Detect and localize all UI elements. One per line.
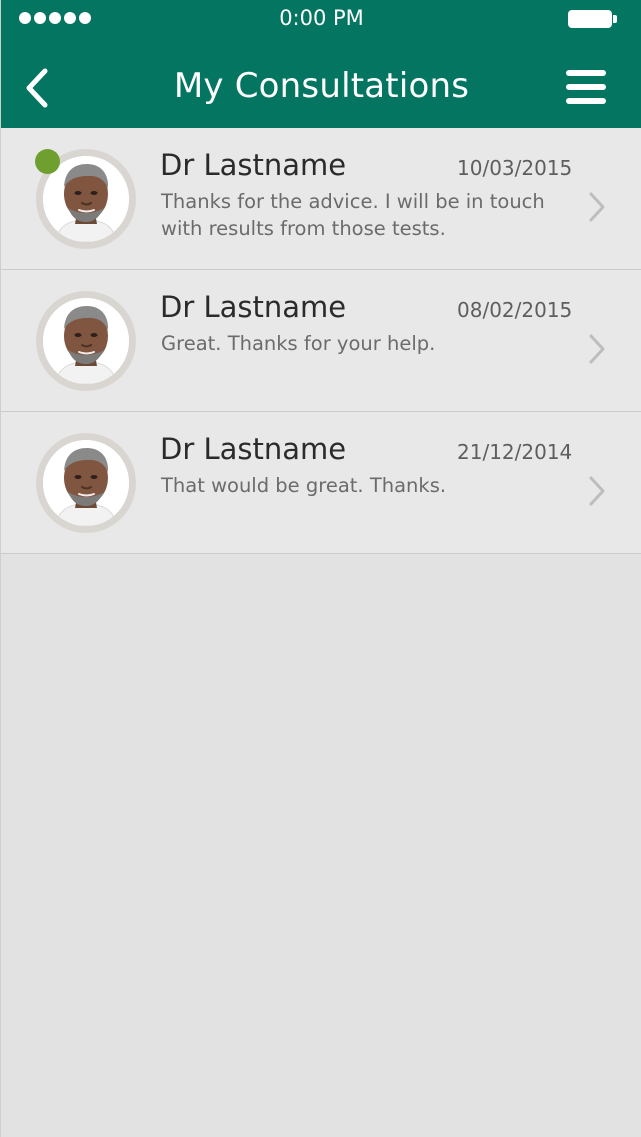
message-preview: That would be great. Thanks. (161, 474, 447, 497)
avatar (43, 298, 129, 384)
doctor-name: Dr Lastname (160, 432, 347, 466)
avatar-ring (36, 291, 136, 391)
chevron-right-icon (589, 476, 605, 506)
doctor-avatar-icon (43, 298, 129, 384)
chevron-right-icon (589, 192, 605, 222)
doctor-name: Dr Lastname (160, 290, 347, 324)
status-bar: 0:00 PM (1, 0, 641, 40)
page-title: My Consultations (173, 66, 470, 106)
status-time: 0:00 PM (279, 6, 364, 30)
consultation-item[interactable]: Dr Lastname 10/03/2015 Thanks for the ad… (1, 128, 641, 270)
app-screen: 0:00 PM My Consultations Dr Lastname 10/… (0, 0, 641, 1137)
message-preview: Thanks for the advice. I will be in touc… (161, 190, 545, 240)
consultation-item[interactable]: Dr Lastname 21/12/2014 That would be gre… (1, 412, 641, 554)
consultation-date: 21/12/2014 (457, 440, 573, 464)
battery-tip (613, 15, 617, 23)
doctor-avatar-icon (43, 440, 129, 526)
consultation-item[interactable]: Dr Lastname 08/02/2015 Great. Thanks for… (1, 270, 641, 412)
header: 0:00 PM My Consultations (1, 0, 641, 128)
consultation-list: Dr Lastname 10/03/2015 Thanks for the ad… (1, 128, 641, 554)
chevron-right-icon (589, 334, 605, 364)
menu-bar (566, 70, 606, 76)
consultation-date: 08/02/2015 (457, 298, 573, 322)
avatar (43, 440, 129, 526)
battery-icon (568, 10, 612, 28)
menu-bar (566, 84, 606, 90)
menu-bar (566, 98, 606, 104)
online-status-icon (35, 149, 60, 174)
menu-button[interactable] (563, 68, 609, 108)
avatar-ring (36, 433, 136, 533)
doctor-name: Dr Lastname (160, 148, 347, 182)
message-preview: Great. Thanks for your help. (161, 332, 436, 355)
consultation-date: 10/03/2015 (457, 156, 573, 180)
